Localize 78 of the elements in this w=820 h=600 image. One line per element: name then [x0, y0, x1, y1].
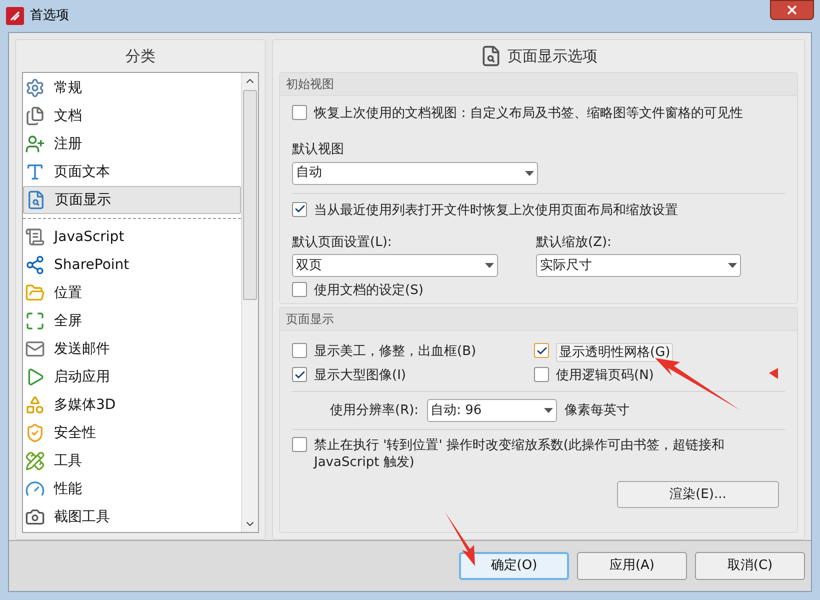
category-item[interactable]: 截图工具 — [23, 503, 241, 531]
checkbox[interactable] — [534, 367, 549, 382]
category-item[interactable]: 全屏 — [23, 307, 241, 335]
arrow-annotation — [445, 512, 475, 566]
dropdown[interactable]: 实际尺寸 — [536, 254, 741, 277]
category-item[interactable]: 工具 — [23, 447, 241, 475]
scrollbar[interactable] — [241, 73, 258, 532]
category-item[interactable]: 文档 — [23, 102, 241, 130]
close-button[interactable] — [770, 0, 814, 20]
checkbox[interactable] — [292, 367, 307, 382]
checkbox[interactable] — [292, 105, 307, 120]
scroll-icon — [25, 227, 45, 247]
checkbox[interactable] — [292, 437, 307, 452]
check-icon — [536, 344, 548, 356]
dropdown-arrow-icon — [728, 263, 737, 268]
checkbox-label: 禁止在执行 '转到位置' 操作时改变缩放系数(此操作可由书签，超链接和 JavaScript 触发) — [314, 437, 726, 471]
scroll-thumb[interactable] — [243, 90, 257, 300]
field-label: 默认缩放(Z): — [536, 234, 612, 252]
group-title: 初始视图 — [280, 73, 797, 96]
checkbox[interactable] — [292, 282, 307, 297]
category-item[interactable]: 注册 — [23, 130, 241, 158]
window-title: 首选项 — [30, 7, 69, 26]
text-icon — [25, 162, 45, 182]
check-icon — [294, 203, 306, 215]
maximize-icon — [25, 311, 45, 331]
unit-label: 像素每英寸 — [564, 402, 630, 420]
share-icon — [25, 255, 45, 275]
mail-icon — [25, 339, 45, 359]
group-title: 页面显示 — [280, 308, 797, 331]
shapes-icon — [25, 395, 45, 415]
folder-icon — [25, 283, 45, 303]
category-item[interactable]: 启动应用 — [23, 363, 241, 391]
dropdown-arrow-icon — [544, 408, 553, 413]
check-icon — [294, 368, 306, 380]
dialog-button[interactable]: 确定(O) — [459, 552, 569, 580]
dialog-button[interactable]: 应用(A) — [577, 552, 687, 580]
category-item[interactable]: SharePoint — [23, 251, 241, 279]
triangle-annotation — [769, 368, 778, 379]
checkbox[interactable] — [292, 202, 307, 216]
field-label: 使用分辨率(R): — [330, 402, 419, 420]
checkbox-label: 当从最近使用列表打开文件时恢复上次使用页面布局和缩放设置 — [314, 202, 678, 218]
close-icon — [785, 3, 799, 17]
panel-title: 分类 — [126, 46, 156, 67]
field-label: 默认视图 — [291, 141, 345, 159]
category-item[interactable]: 页面文本 — [23, 158, 241, 186]
category-item[interactable]: 位置 — [23, 279, 241, 307]
category-item[interactable]: 常规 — [23, 74, 241, 102]
checkbox[interactable] — [292, 343, 307, 358]
documents-icon — [25, 106, 45, 126]
render-button[interactable]: 渲染(E)... — [617, 481, 779, 508]
category-item[interactable]: 性能 — [23, 475, 241, 503]
dropdown-arrow-icon — [485, 263, 494, 268]
pencil-ruler-icon — [25, 451, 45, 471]
checkbox[interactable] — [534, 343, 549, 358]
category-item[interactable]: JavaScript — [23, 223, 241, 251]
checkbox-label: 显示大型图像(I) — [314, 367, 406, 384]
user-plus-icon — [25, 134, 45, 154]
dropdown[interactable]: 自动: 96 — [426, 399, 557, 422]
category-item[interactable]: 多媒体3D — [23, 391, 241, 419]
panel-title: 页面显示选项 — [508, 46, 598, 67]
checkbox-label: 使用逻辑页码(N) — [556, 367, 654, 384]
field-label: 默认页面设置(L): — [292, 234, 393, 252]
shield-icon — [25, 423, 45, 443]
dialog-button[interactable]: 取消(C) — [695, 552, 805, 580]
dropdown[interactable]: 自动 — [292, 162, 538, 184]
dropdown-arrow-icon — [525, 170, 534, 176]
category-item[interactable]: 页面显示 — [23, 186, 241, 214]
camera-icon — [25, 507, 45, 527]
checkbox-label: 恢复上次使用的文档视图：自定义布局及书签、缩略图等文件窗格的可见性 — [314, 105, 743, 122]
document-search-icon — [26, 190, 46, 210]
app-logo-icon — [6, 7, 24, 25]
category-item[interactable]: 发送邮件 — [23, 335, 241, 363]
checkbox-label: 显示美工，修整，出血框(B) — [314, 343, 476, 360]
category-item[interactable]: 安全性 — [23, 419, 241, 447]
checkbox-label: 使用文档的设定(S) — [314, 282, 424, 299]
checkbox-label: 显示透明性网格(G) — [556, 343, 674, 362]
dropdown[interactable]: 双页 — [292, 254, 498, 277]
settings-icon — [25, 78, 45, 98]
